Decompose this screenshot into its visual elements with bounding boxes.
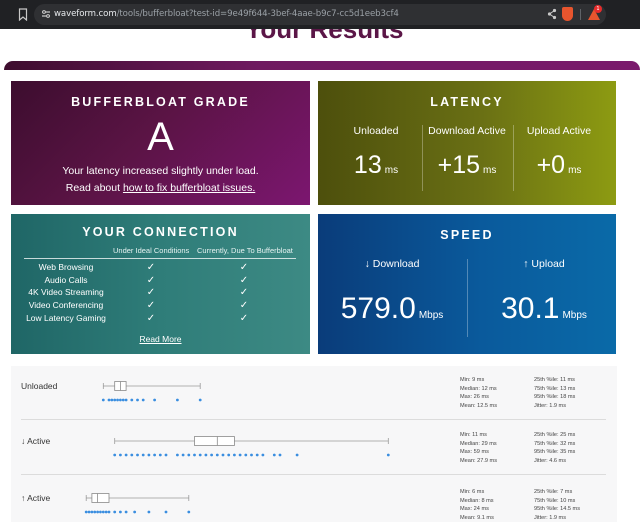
latency-sample-dot (107, 510, 111, 514)
latency-sample-dot (233, 453, 236, 457)
latency-sample-dot (147, 510, 151, 514)
latency-sample-dot (113, 398, 117, 402)
latency-sample-dot (136, 398, 139, 402)
latency-sample-dot (113, 453, 117, 457)
latency-sample-dot (153, 453, 157, 457)
latency-sample-dot (227, 453, 231, 457)
latency-sample-dot (386, 453, 390, 457)
latency-sample-dot (164, 510, 168, 514)
latency-sample-dot (101, 398, 105, 402)
latency-sample-dot (124, 453, 128, 457)
latency-sample-dot (119, 453, 122, 457)
latency-sample-dot (164, 453, 168, 457)
latency-sample-dot (121, 398, 125, 402)
latency-sample-dot (176, 453, 179, 457)
latency-sample-dot (119, 398, 122, 402)
latency-sample-dot (101, 510, 105, 514)
latency-sample-dot (130, 398, 134, 402)
latency-sample-dot (250, 453, 253, 457)
latency-sample-dot (136, 453, 139, 457)
latency-sample-dot (204, 453, 208, 457)
latency-sample-dot (176, 398, 179, 402)
latency-sample-dot (210, 453, 214, 457)
latency-sample-dot (215, 453, 219, 457)
latency-sample-dot (147, 453, 151, 457)
latency-sample-dot (198, 453, 202, 457)
iqr-box (91, 493, 110, 503)
latency-sample-dot (244, 453, 248, 457)
latency-sample-dot (110, 398, 114, 402)
latency-sample-dot (93, 510, 97, 514)
latency-sample-dot (133, 510, 137, 514)
latency-sample-dot (99, 510, 102, 514)
latency-sample-dot (261, 453, 265, 457)
latency-sample-dot (221, 453, 225, 457)
latency-sample-dot (198, 398, 202, 402)
latency-sample-dot (272, 453, 276, 457)
latency-sample-dot (238, 453, 242, 457)
latency-sample-dot (116, 398, 119, 402)
latency-sample-dot (295, 453, 299, 457)
latency-boxplots (84, 381, 390, 514)
latency-sample-dot (193, 453, 196, 457)
latency-sample-dot (187, 510, 191, 514)
latency-sample-dot (181, 453, 185, 457)
latency-sample-dot (87, 510, 91, 514)
latency-sample-dot (124, 398, 128, 402)
iqr-box (194, 436, 235, 446)
latency-sample-dot (255, 453, 259, 457)
latency-sample-dot (130, 453, 134, 457)
latency-sample-dot (153, 398, 157, 402)
latency-sample-dot (141, 453, 145, 457)
latency-sample-dot (187, 453, 191, 457)
latency-sample-dot (141, 398, 145, 402)
latency-sample-dot (84, 510, 88, 514)
latency-sample-dot (124, 510, 128, 514)
latency-sample-dot (113, 510, 117, 514)
latency-sample-dot (104, 510, 108, 514)
latency-sample-dot (119, 510, 122, 514)
latency-sample-dot (278, 453, 282, 457)
latency-sample-dot (158, 453, 162, 457)
latency-sample-dot (90, 510, 94, 514)
latency-sample-dot (107, 398, 111, 402)
latency-sample-dot (96, 510, 99, 514)
